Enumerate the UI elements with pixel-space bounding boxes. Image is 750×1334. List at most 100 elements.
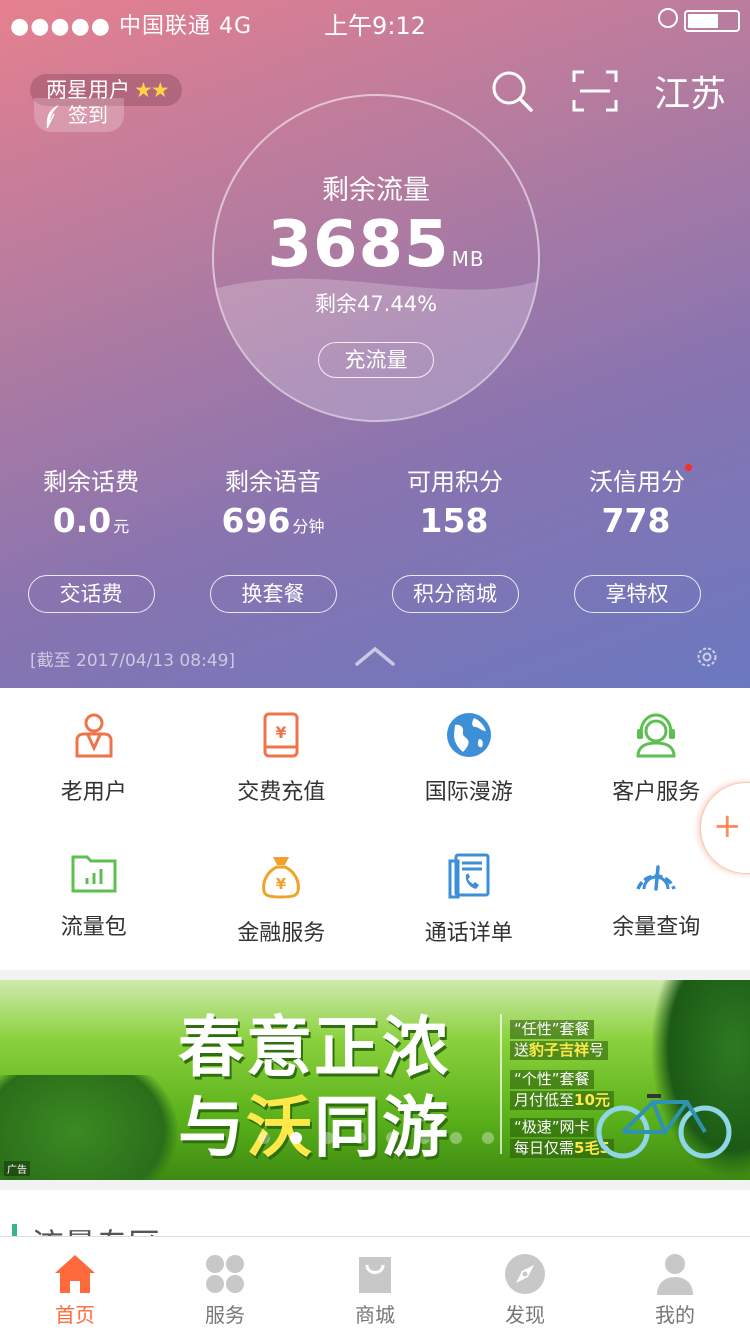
stat-unit: 元	[113, 517, 130, 536]
gear-icon[interactable]	[694, 644, 720, 670]
service-finance[interactable]: ¥ 金融服务	[188, 829, 376, 970]
compass-icon	[505, 1254, 545, 1294]
carousel-dot[interactable]	[450, 1132, 462, 1144]
carousel-dot-active[interactable]	[290, 1132, 302, 1144]
chevron-up-icon[interactable]	[354, 645, 396, 667]
balance-stats: 剩余话费 0.0 元 剩余语音 696 分钟 可用积分 158 沃信用分 778	[0, 462, 750, 540]
stat-number: 778	[601, 501, 671, 540]
banner-title-highlight: 沃	[246, 1089, 314, 1166]
clock: 上午9:12	[324, 12, 426, 40]
tab-home[interactable]: 首页	[0, 1237, 150, 1334]
bicycle-icon	[596, 1094, 732, 1159]
stat-points[interactable]: 可用积分 158	[364, 462, 546, 540]
quick-actions: 交话费 换套餐 积分商城 享特权	[0, 575, 750, 613]
svg-text:¥: ¥	[276, 723, 287, 742]
service-call-records[interactable]: 通话详单	[375, 829, 563, 970]
carousel-dot[interactable]	[354, 1132, 366, 1144]
header-actions: 江苏	[452, 66, 726, 116]
stat-value: 696 分钟	[182, 501, 364, 540]
notification-dot	[685, 464, 692, 471]
service-roaming[interactable]: 国际漫游	[375, 688, 563, 829]
stat-title: 可用积分	[407, 468, 503, 496]
promo-line: 送豹子吉祥号	[510, 1041, 609, 1060]
shopping-bag-icon	[359, 1257, 391, 1293]
money-bag-icon: ¥	[262, 857, 301, 899]
carousel-dot[interactable]	[258, 1132, 270, 1144]
grid-icon	[206, 1255, 244, 1293]
tab-mall[interactable]: 商城	[300, 1237, 450, 1334]
promo-text: 每日仅需	[514, 1139, 575, 1157]
service-old-user[interactable]: 老用户	[0, 688, 188, 829]
bottom-tab-bar: 首页 服务 商城 发现 我的	[0, 1236, 750, 1334]
status-bar: ●●●●● 中国联通 4G 上午9:12	[0, 0, 750, 40]
phone-yuan-icon: ¥	[263, 712, 299, 758]
promo-line: “个性”套餐	[510, 1070, 594, 1089]
service-label: 金融服务	[237, 921, 326, 946]
scan-icon[interactable]	[572, 70, 618, 112]
alarm-icon	[658, 8, 678, 28]
svg-text:¥: ¥	[276, 875, 287, 893]
service-top-up[interactable]: ¥ 交费充值	[188, 688, 376, 829]
promo-line: “任性”套餐	[510, 1020, 594, 1039]
recharge-data-button[interactable]: 充流量	[318, 342, 434, 378]
stat-number: 0.0	[52, 501, 112, 540]
stat-value: 158	[364, 501, 546, 540]
service-data-pack[interactable]: 流量包	[0, 829, 188, 970]
promo-text: 号	[589, 1041, 605, 1059]
banner-title-text: 与	[178, 1089, 246, 1166]
tab-services[interactable]: 服务	[150, 1237, 300, 1334]
stat-title: 沃信用分	[589, 468, 685, 496]
plus-icon: +	[713, 806, 742, 846]
promo-text: 月付低至	[514, 1091, 575, 1109]
stat-voice[interactable]: 剩余语音 696 分钟	[182, 462, 364, 540]
home-icon	[55, 1255, 95, 1293]
pay-bill-button[interactable]: 交话费	[27, 575, 155, 613]
promo-banner[interactable]: 春意正浓 与沃同游 “任性”套餐 送豹子吉祥号 “个性”套餐 月付低至10元 “…	[0, 980, 750, 1180]
globe-icon	[446, 713, 491, 757]
carousel-dot[interactable]	[482, 1132, 494, 1144]
stat-balance[interactable]: 剩余话费 0.0 元	[0, 462, 182, 540]
service-label: 老用户	[60, 780, 127, 805]
points-mall-button[interactable]: 积分商城	[391, 575, 519, 613]
service-label: 通话详单	[424, 921, 513, 946]
search-icon[interactable]	[490, 69, 534, 113]
carousel-indicator	[258, 1132, 514, 1144]
stat-value: 778	[546, 501, 728, 540]
star-rating-icon: ★★	[134, 78, 170, 102]
ad-tag: 广告	[4, 1161, 30, 1176]
data-remaining-unit: MB	[451, 247, 485, 271]
services-grid: 老用户 ¥ 交费充值 国际漫游 客户服务 流量包 ¥ 金融服务 通话详单 余量查…	[0, 688, 750, 970]
folder-chart-icon	[71, 855, 117, 893]
gauge-icon	[636, 865, 676, 891]
service-label: 国际漫游	[424, 780, 513, 805]
carousel-dot[interactable]	[418, 1132, 430, 1144]
stat-credit-score[interactable]: 沃信用分 778	[546, 462, 728, 540]
promo-highlight: 豹子吉祥	[529, 1041, 590, 1059]
data-remaining-dial[interactable]: 剩余流量 3685 MB 剩余47.44% 充流量	[212, 94, 540, 422]
tab-profile[interactable]: 我的	[600, 1237, 750, 1334]
carousel-dot[interactable]	[386, 1132, 398, 1144]
data-remaining-label: 剩余流量	[322, 175, 430, 206]
stat-title: 剩余话费	[43, 468, 139, 496]
privileges-button[interactable]: 享特权	[573, 575, 701, 613]
feather-icon	[46, 104, 59, 128]
carousel-dot[interactable]	[322, 1132, 334, 1144]
tab-discover[interactable]: 发现	[450, 1237, 600, 1334]
call-record-icon	[448, 853, 490, 899]
stat-number: 696	[221, 501, 291, 540]
change-plan-button[interactable]: 换套餐	[209, 575, 337, 613]
section-header: 流量专区	[0, 1190, 750, 1240]
data-remaining-number: 3685	[267, 208, 450, 282]
last-updated: [截至 2017/04/13 08:49]	[30, 651, 236, 671]
checkin-button[interactable]: 签到	[34, 98, 124, 132]
tab-label: 首页	[55, 1303, 95, 1327]
data-remaining-value: 3685 MB	[214, 208, 538, 282]
data-remaining-percent: 剩余47.44%	[314, 292, 438, 316]
stat-number: 158	[419, 501, 489, 540]
promo-text: 送	[514, 1041, 530, 1059]
region-selector[interactable]: 江苏	[654, 65, 726, 117]
banner-title-line2: 与沃同游	[178, 1074, 450, 1170]
stat-value: 0.0 元	[0, 501, 182, 540]
stat-title: 剩余语音	[225, 468, 321, 496]
checkin-label: 签到	[68, 103, 108, 127]
